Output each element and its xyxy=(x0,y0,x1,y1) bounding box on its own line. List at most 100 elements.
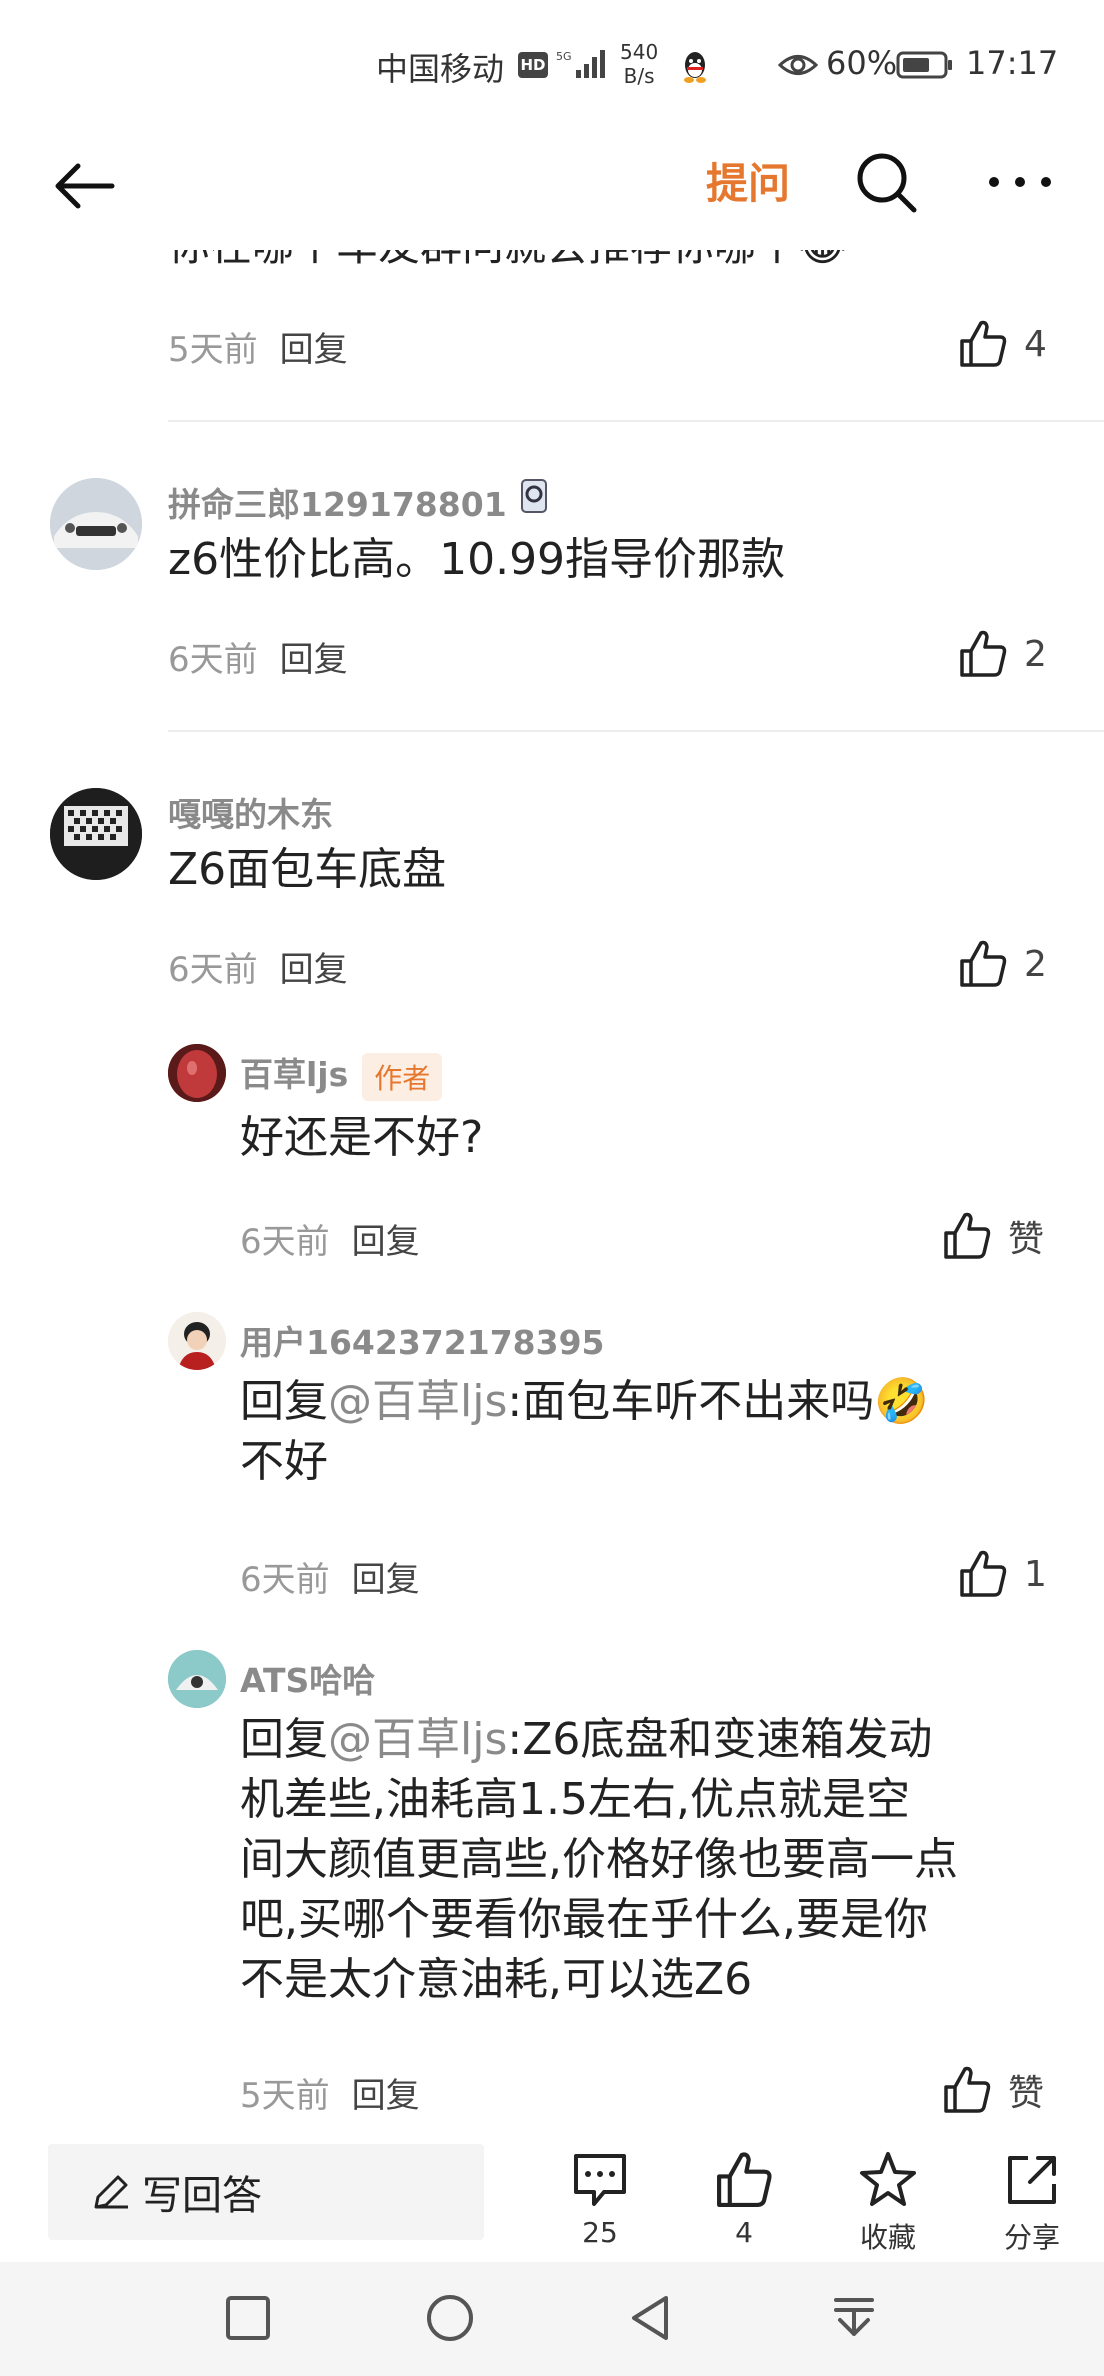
reply-button[interactable]: 回复 xyxy=(352,2076,420,2116)
battery-percent: 60% xyxy=(826,44,898,82)
thumbs-up-icon xyxy=(960,630,1007,677)
thumbs-up-icon xyxy=(960,320,1007,367)
comment-icon xyxy=(574,2154,626,2206)
reply-text: 回复@百草ljs:Z6底盘和变速箱发动 机差些,油耗高1.5左右,优点就是空 间… xyxy=(240,1710,1070,2010)
comment-time: 6天前 xyxy=(168,950,258,990)
avatar[interactable] xyxy=(168,1044,226,1102)
reply-button[interactable]: 回复 xyxy=(352,1222,420,1262)
reply-body-line2: 机差些,油耗高1.5左右,优点就是空 xyxy=(240,1774,910,1825)
back-arrow-icon[interactable] xyxy=(48,150,120,222)
back-icon[interactable] xyxy=(622,2290,678,2346)
comments-button[interactable]: 25 xyxy=(545,2140,655,2249)
comment-text: Z6面包车底盘 xyxy=(168,844,447,895)
like-button[interactable]: 4 xyxy=(956,314,1047,374)
thumbs-up-icon xyxy=(717,2152,772,2207)
avatar-image xyxy=(168,1044,226,1102)
comment-meta: 6天前 回复 xyxy=(168,942,348,991)
reply-body-line1: :Z6底盘和变速箱发动 xyxy=(507,1714,933,1765)
username[interactable]: 拼命三郎129178801 xyxy=(168,478,507,526)
reply-button[interactable]: 回复 xyxy=(352,1560,420,1600)
reply-meta: 6天前 回复 xyxy=(240,1214,420,1263)
like-button[interactable]: 1 xyxy=(956,1544,1047,1604)
badge-icon xyxy=(521,479,547,513)
username-row: 百草ljs 作者 xyxy=(240,1048,443,1101)
like-button[interactable]: 2 xyxy=(956,624,1047,684)
comment-list[interactable]: 你在哪个车友群问就会推荐你哪个😂 5天前 回复 4 拼命三郎129178801 z… xyxy=(0,230,1104,2140)
reply-body: :面包车听不出来吗🤣 xyxy=(507,1376,929,1427)
like-button[interactable]: 赞 xyxy=(940,2060,1044,2120)
thumbs-up-icon xyxy=(960,940,1007,987)
favorite-button[interactable]: 收藏 xyxy=(833,2140,943,2256)
signal-icon: 5G xyxy=(556,50,605,78)
qq-icon xyxy=(684,52,706,83)
like-button[interactable]: 赞 xyxy=(940,1206,1044,1266)
reply-button[interactable]: 回复 xyxy=(280,330,348,370)
mention-link[interactable]: @百草ljs xyxy=(328,1376,507,1427)
reply-prefix: 回复 xyxy=(240,1376,328,1427)
ask-question-link[interactable]: 提问 xyxy=(706,150,790,211)
divider xyxy=(168,730,1104,732)
reply-time: 6天前 xyxy=(240,1560,330,1600)
search-icon[interactable] xyxy=(850,146,922,218)
reply-body-line5: 不是太介意油耗,可以选Z6 xyxy=(240,1954,753,2005)
avatar[interactable] xyxy=(168,1312,226,1370)
comment-time: 6天前 xyxy=(168,640,258,680)
username[interactable]: ATS哈哈 xyxy=(240,1654,375,1702)
username[interactable]: 用户1642372178395 xyxy=(240,1316,605,1364)
username[interactable]: 百草ljs xyxy=(240,1055,348,1094)
pencil-icon xyxy=(94,2175,128,2209)
likes-count: 4 xyxy=(735,2216,753,2249)
reply-body-line4: 吧,买哪个要看你最在乎什么,要是你 xyxy=(240,1894,928,1945)
avatar[interactable] xyxy=(50,478,142,570)
reply-meta: 5天前 回复 xyxy=(240,2068,420,2117)
like-count: 2 xyxy=(1024,943,1047,985)
reply-prefix: 回复 xyxy=(240,1714,328,1765)
thumbs-up-icon xyxy=(960,1550,1007,1597)
comment-text: z6性价比高。10.99指导价那款 xyxy=(168,534,786,585)
like-question-button[interactable]: 4 xyxy=(689,2140,799,2249)
avatar-pattern-image xyxy=(50,788,142,880)
comments-count: 25 xyxy=(582,2216,618,2249)
network-speed-unit: B/s xyxy=(623,64,655,88)
reply-body-line2: 不好 xyxy=(240,1436,328,1487)
network-speed-value: 540 xyxy=(620,40,659,64)
thumbs-up-icon xyxy=(944,1212,991,1259)
avatar[interactable] xyxy=(50,788,142,880)
like-count: 1 xyxy=(1024,1553,1047,1595)
notification-pulldown-icon[interactable] xyxy=(826,2290,882,2346)
eye-comfort-icon xyxy=(778,55,818,75)
username[interactable]: 嘎嘎的木东 xyxy=(168,788,333,836)
svg-text:5G: 5G xyxy=(556,50,572,63)
reply-meta: 6天前 回复 xyxy=(240,1552,420,1601)
share-button[interactable]: 分享 xyxy=(977,2140,1087,2256)
system-nav-bar xyxy=(0,2262,1104,2376)
favorite-label: 收藏 xyxy=(859,2221,916,2254)
star-icon xyxy=(860,2152,916,2206)
home-icon[interactable] xyxy=(422,2290,478,2346)
reply-button[interactable]: 回复 xyxy=(280,950,348,990)
like-count: 4 xyxy=(1024,323,1047,365)
more-options-icon[interactable] xyxy=(980,146,1060,218)
write-answer-button[interactable]: 写回答 xyxy=(48,2144,484,2240)
reply-time: 5天前 xyxy=(240,2076,330,2116)
mention-link[interactable]: @百草ljs xyxy=(328,1714,507,1765)
avatar-image xyxy=(168,1650,226,1708)
avatar-car-image xyxy=(50,478,142,570)
recent-apps-icon[interactable] xyxy=(220,2290,276,2346)
bottom-action-bar: 写回答 25 4 收藏 分享 xyxy=(0,2140,1104,2260)
avatar[interactable] xyxy=(168,1650,226,1708)
share-label: 分享 xyxy=(1003,2221,1060,2254)
thumbs-up-icon xyxy=(944,2066,991,2113)
battery-icon xyxy=(896,51,952,79)
like-button[interactable]: 2 xyxy=(956,934,1047,994)
reply-button[interactable]: 回复 xyxy=(280,640,348,680)
app-header: 提问 xyxy=(0,130,1104,250)
hd-badge: HD xyxy=(518,52,548,78)
network-speed: 540 B/s xyxy=(620,40,658,88)
divider xyxy=(168,420,1104,422)
like-count: 2 xyxy=(1024,633,1047,675)
comment-meta: 5天前 回复 xyxy=(168,322,348,371)
status-bar: 中国移动 HD 5G 540 B/s 60% 17:17 xyxy=(0,0,1104,130)
comment-meta: 6天前 回复 xyxy=(168,632,348,681)
reply-time: 6天前 xyxy=(240,1222,330,1262)
